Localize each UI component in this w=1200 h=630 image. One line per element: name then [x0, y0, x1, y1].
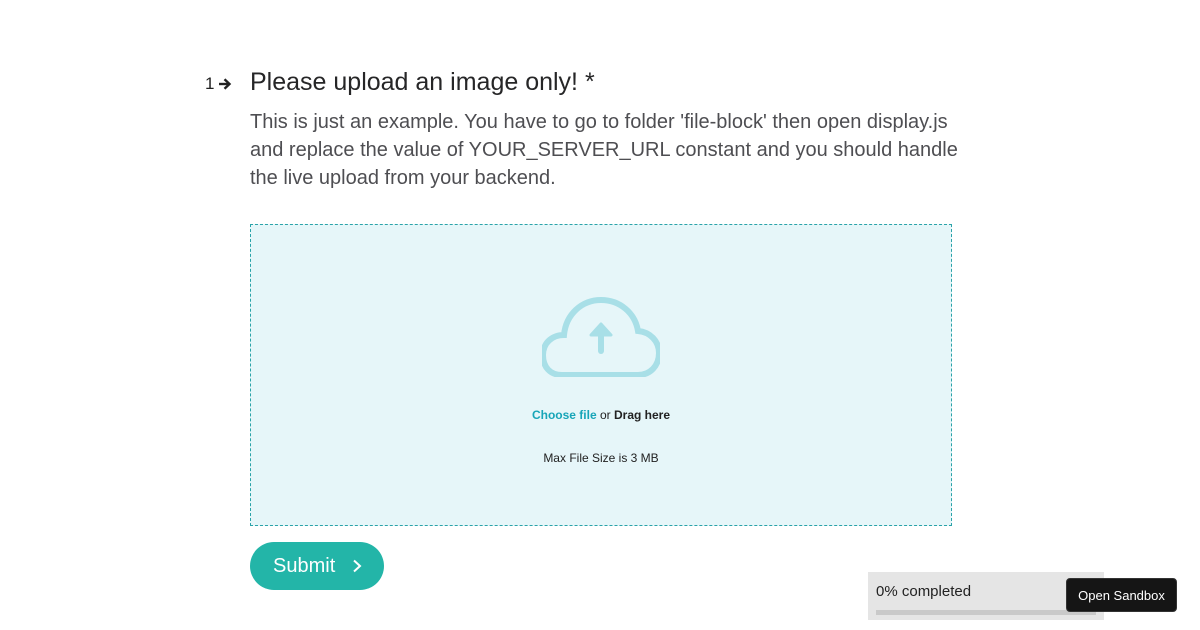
open-sandbox-button[interactable]: Open Sandbox [1066, 578, 1177, 612]
submit-button[interactable]: Submit [250, 542, 384, 590]
progress-label: 0% completed [876, 583, 972, 600]
submit-label: Submit [273, 554, 336, 577]
cloud-upload-icon [542, 297, 660, 377]
chevron-right-icon [353, 559, 362, 573]
question-number-label: 1 [205, 74, 215, 93]
arrow-right-icon [219, 78, 232, 90]
max-file-size-text: Max File Size is 3 MB [543, 451, 659, 465]
form-page: 1 Please upload an image only! * This is… [0, 0, 1200, 630]
question-number: 1 [205, 74, 232, 94]
or-text: or [599, 408, 611, 422]
file-dropzone[interactable]: Choose file or Drag here Max File Size i… [250, 224, 952, 526]
choose-file-link[interactable]: Choose file [532, 408, 597, 422]
dropzone-instructions: Choose file or Drag here [251, 408, 951, 422]
drag-here-text: Drag here [614, 408, 671, 422]
question-description: This is just an example. You have to go … [250, 111, 958, 189]
question-title: Please upload an image only! * [250, 68, 595, 96]
progress-track [876, 610, 1096, 615]
